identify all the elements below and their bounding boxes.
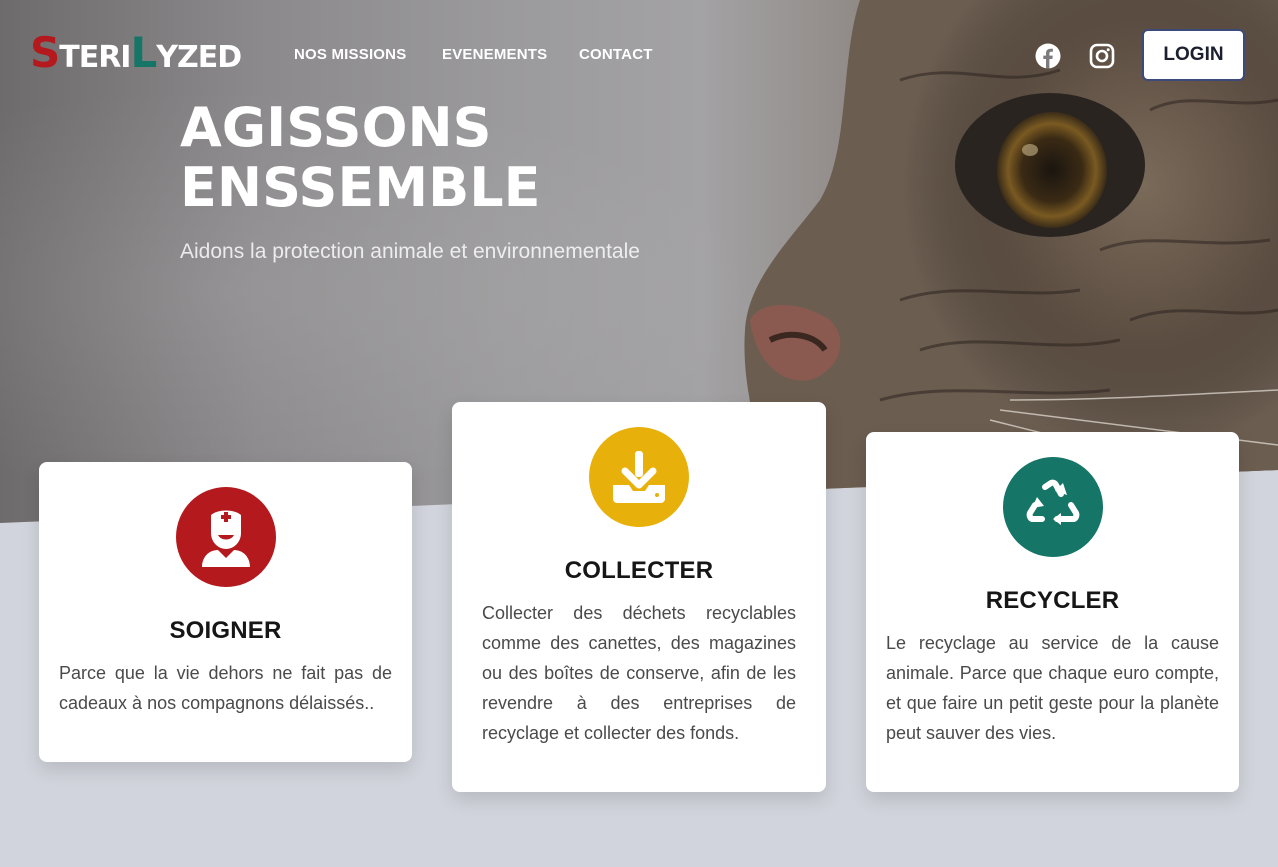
logo[interactable]: STERILYZED [30, 28, 242, 81]
download-inbox-icon [613, 451, 665, 503]
hero-title: AGISSONS ENSSEMBLE [180, 98, 541, 218]
logo-letter-s: S [30, 28, 60, 77]
card-collecter-title: COLLECTER [564, 557, 714, 584]
card-soigner-badge [175, 487, 276, 587]
navbar: STERILYZED NOS MISSIONS EVENEMENTS CONTA… [0, 0, 1278, 110]
card-recycler-badge [1002, 457, 1103, 557]
card-recycler-text: Le recyclage au service de la cause anim… [886, 633, 1219, 743]
nav-link-evenements[interactable]: EVENEMENTS [442, 46, 547, 63]
card-recycler-title: RECYCLER [985, 587, 1120, 614]
instagram-icon[interactable] [1089, 43, 1115, 69]
card-collecter-badge [589, 427, 689, 527]
nav-link-missions[interactable]: NOS MISSIONS [294, 46, 406, 63]
recycle-icon [1026, 479, 1079, 525]
login-button[interactable]: LOGIN [1142, 29, 1245, 81]
card-recycler: RECYCLER Le recyclage au service de la c… [866, 432, 1239, 792]
card-collecter: COLLECTER Collecter des déchets recyclab… [452, 402, 826, 792]
hero-subtitle: Aidons la protection animale et environn… [180, 240, 640, 263]
nav-link-contact[interactable]: CONTACT [579, 46, 653, 63]
nurse-icon [201, 510, 250, 567]
logo-letter-l: L [130, 28, 157, 77]
logo-text-teri: TERI [59, 40, 131, 75]
card-collecter-text: Collecter des déchets recyclables comme … [482, 603, 796, 743]
card-soigner: SOIGNER Parce que la vie dehors ne fait … [39, 462, 412, 762]
hero-title-line1: AGISSONS [180, 96, 492, 159]
hero-title-line2: ENSSEMBLE [180, 156, 541, 219]
card-soigner-text: Parce que la vie dehors ne fait pas de c… [59, 663, 392, 713]
card-soigner-title: SOIGNER [169, 617, 282, 644]
logo-text-yzed: YZED [156, 40, 242, 75]
facebook-icon[interactable] [1035, 43, 1061, 69]
